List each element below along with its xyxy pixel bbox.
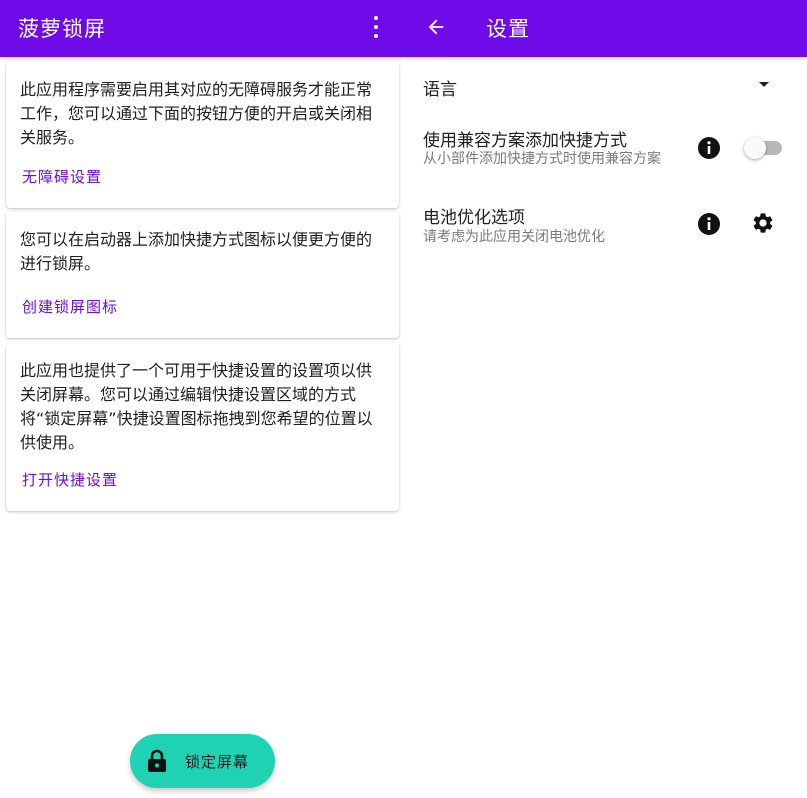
info-icon[interactable] — [697, 136, 721, 160]
shortcut-card: 您可以在启动器上添加快捷方式图标以便更方便的进行锁屏。 创建锁屏图标 — [6, 212, 399, 338]
app-title: 菠萝锁屏 — [18, 17, 106, 41]
card-text: 此应用也提供了一个可用于快捷设置的设置项以供关闭屏幕。您可以通过编辑快捷设置区域… — [20, 361, 373, 452]
compat-subtitle: 从小部件添加快捷方式时使用兼容方案 — [423, 151, 661, 167]
more-vert-icon[interactable] — [373, 16, 379, 38]
card-text: 您可以在启动器上添加快捷方式图标以便更方便的进行锁屏。 — [20, 230, 373, 273]
top-app-bar: 菠萝锁屏 — [0, 0, 405, 57]
settings-title: 设置 — [486, 17, 530, 41]
lock-icon — [148, 749, 166, 772]
toggle-thumb — [744, 137, 766, 159]
info-icon[interactable] — [697, 212, 721, 236]
accessibility-card: 此应用程序需要启用其对应的无障碍服务才能正常工作，您可以通过下面的按钮方便的开启… — [6, 62, 399, 208]
dropdown-arrow-icon[interactable] — [759, 82, 769, 87]
back-arrow-icon[interactable] — [425, 16, 447, 38]
fab-label: 锁定屏幕 — [185, 753, 250, 771]
compat-title: 使用兼容方案添加快捷方式 — [423, 131, 627, 151]
create-lock-icon-button[interactable]: 创建锁屏图标 — [22, 296, 118, 317]
settings-app-bar: 设置 — [405, 0, 807, 57]
gear-icon[interactable] — [751, 211, 775, 235]
open-quick-settings-button[interactable]: 打开快捷设置 — [22, 469, 118, 490]
quick-settings-card: 此应用也提供了一个可用于快捷设置的设置项以供关闭屏幕。您可以通过编辑快捷设置区域… — [6, 343, 399, 511]
card-text: 此应用程序需要启用其对应的无障碍服务才能正常工作，您可以通过下面的按钮方便的开启… — [20, 80, 373, 147]
battery-subtitle: 请考虑为此应用关闭电池优化 — [423, 229, 605, 245]
battery-title: 电池优化选项 — [423, 208, 525, 228]
settings-screen: 设置 语言 使用兼容方案添加快捷方式 从小部件添加快捷方式时使用兼容方案 电池优… — [405, 0, 807, 798]
lock-screen-fab[interactable]: 锁定屏幕 — [130, 734, 275, 788]
language-label: 语言 — [423, 80, 457, 100]
compat-toggle[interactable] — [744, 137, 784, 159]
main-screen: 菠萝锁屏 此应用程序需要启用其对应的无障碍服务才能正常工作，您可以通过下面的按钮… — [0, 0, 405, 798]
accessibility-settings-button[interactable]: 无障碍设置 — [22, 166, 102, 187]
